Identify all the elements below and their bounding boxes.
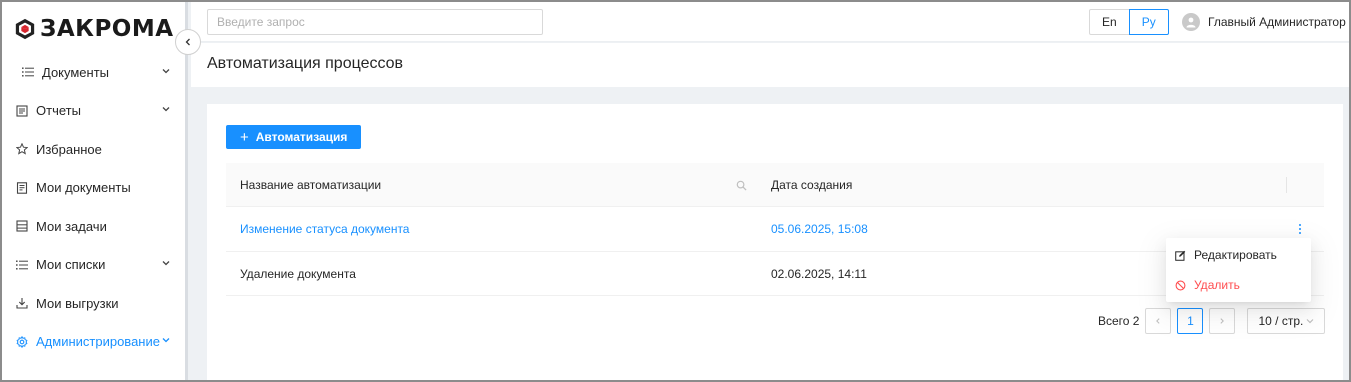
user-name: Главный Администратор [1208,15,1346,29]
created-date: 02.06.2025, 14:11 [771,266,867,281]
sidebar-item-documents[interactable]: Документы [0,53,185,92]
gear-icon [16,335,28,348]
collapse-sidebar-button[interactable] [175,29,201,55]
list-icon [22,66,34,78]
edit-menu-item[interactable]: Редактировать [1166,240,1311,270]
more-vertical-icon [1299,224,1301,234]
chevron-down-icon [161,66,171,79]
column-search-icon[interactable] [736,163,747,207]
automation-name-link[interactable]: Изменение статуса документа [240,207,409,251]
star-icon [16,143,28,155]
sidebar-item-label: Мои документы [36,180,131,196]
block-icon [1175,280,1186,291]
sidebar-item-my-exports[interactable]: Мои выгрузки [0,284,185,323]
user-icon [1186,17,1196,28]
automations-table: Название автоматизации Дата создания Изм… [226,163,1324,296]
column-header-date[interactable]: Дата создания [771,163,852,207]
table-row[interactable]: Изменение статуса документа 05.06.2025, … [226,207,1324,252]
page-title: Автоматизация процессов [207,55,404,72]
sidebar-item-label: Администрирование [36,334,160,350]
pagination-total: Всего 2 [1098,314,1140,328]
logo-mark-icon [15,18,35,40]
add-automation-label: Автоматизация [255,130,348,144]
prev-page-button[interactable] [1145,308,1172,334]
sidebar-item-my-tasks[interactable]: Мои задачи [0,207,185,246]
sidebar-item-label: Мои задачи [36,218,107,234]
row-actions-menu: Редактировать Удалить [1166,238,1311,302]
delete-menu-item[interactable]: Удалить [1166,270,1311,300]
search-icon [736,180,747,191]
sidebar-item-label: Отчеты [36,103,81,119]
page-size-select[interactable]: 10 / стр. [1247,308,1326,334]
user-menu[interactable]: Главный Администратор [1182,11,1346,33]
logo[interactable]: ЗАКРОМА [14,14,174,44]
column-divider [1286,177,1287,193]
download-icon [16,297,28,309]
lang-en-button[interactable]: En [1089,9,1130,35]
sidebar-item-my-documents[interactable]: Мои документы [0,169,185,208]
avatar [1182,13,1200,31]
chevron-left-icon [1156,318,1161,324]
created-date: 05.06.2025, 15:08 [771,222,868,236]
sidebar-item-reports[interactable]: Отчеты [0,92,185,131]
sidebar: ЗАКРОМА Документы Отчеты Избранное Мои д… [0,0,188,382]
chevron-down-icon [161,335,171,348]
report-icon [16,105,28,117]
sidebar-item-administration[interactable]: Администрирование [0,323,185,362]
delete-menu-label: Удалить [1194,278,1240,292]
list-icon [16,259,28,271]
plus-icon: + [240,128,249,146]
sidebar-item-label: Мои выгрузки [36,295,119,311]
chevron-down-icon [161,104,171,117]
document-icon [16,182,28,194]
pagination: Всего 2 1 10 / стр. [1098,308,1326,334]
sidebar-item-my-lists[interactable]: Мои списки [0,246,185,285]
edit-icon [1175,250,1186,261]
automation-name-link[interactable]: Удаление документа [240,252,356,296]
sidebar-item-label: Мои списки [36,257,106,273]
sidebar-menu: Документы Отчеты Избранное Мои документы… [0,53,185,361]
chevron-down-icon [1307,319,1314,324]
lang-ru-button[interactable]: Ру [1128,9,1169,35]
table-row[interactable]: Удаление документа 02.06.2025, 14:11 [226,252,1324,296]
logo-text: ЗАКРОМА [40,16,174,42]
search-input[interactable] [207,9,543,35]
table-header: Название автоматизации Дата создания [226,163,1324,207]
page-title-bar: Автоматизация процессов [191,43,1349,87]
page-button-current[interactable]: 1 [1177,308,1204,334]
add-automation-button[interactable]: + Автоматизация [226,125,362,149]
tasks-icon [16,220,28,232]
chevron-right-icon [1220,318,1225,324]
edit-menu-label: Редактировать [1194,248,1277,262]
chevron-down-icon [161,258,171,271]
top-header: En Ру Главный Администратор [191,2,1349,42]
page-size-value: 10 / стр. [1258,314,1304,328]
sidebar-item-label: Избранное [36,141,102,157]
column-header-name[interactable]: Название автоматизации [240,163,381,207]
sidebar-item-favorites[interactable]: Избранное [0,130,185,169]
next-page-button[interactable] [1209,308,1236,334]
sidebar-item-label: Документы [42,64,110,80]
language-switch: En Ру [1089,9,1169,35]
chevron-left-icon [185,38,190,46]
